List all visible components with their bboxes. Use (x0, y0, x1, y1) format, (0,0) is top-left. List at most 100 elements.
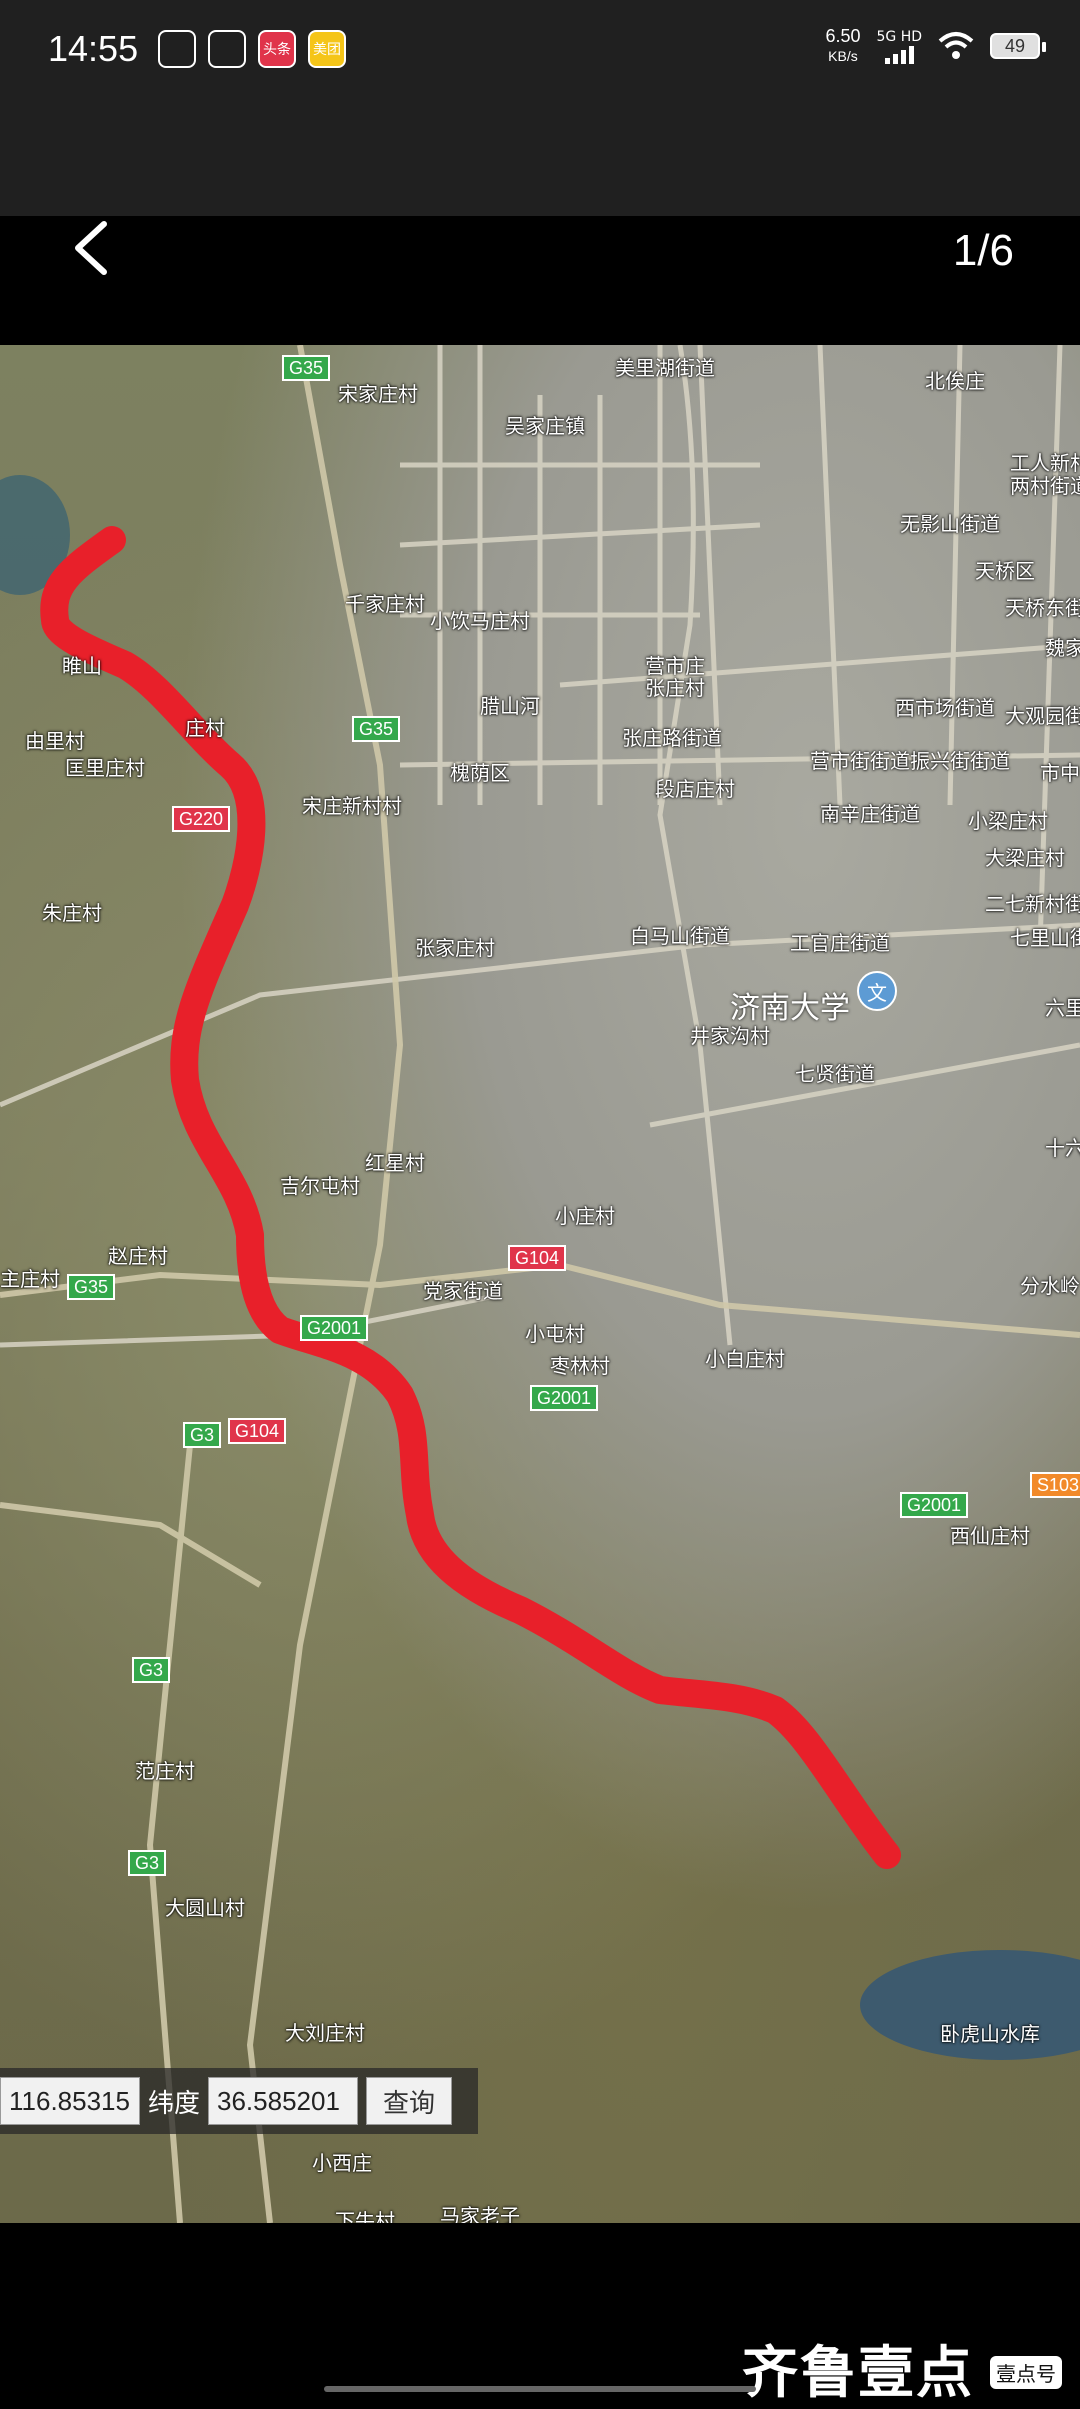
map-place-label[interactable]: 小庄村 (555, 1200, 615, 1229)
meituan-label: 美团 (313, 42, 341, 58)
longitude-input[interactable]: 116.85315 (0, 2077, 140, 2125)
highway-shield: S103 (1030, 1472, 1080, 1498)
latitude-input[interactable]: 36.585201 (208, 2077, 359, 2125)
toutiao-label: 头条 (263, 42, 291, 58)
map-place-label[interactable]: 范庄村 (135, 1755, 195, 1784)
map-place-label[interactable]: 大观园街 (1005, 700, 1080, 729)
meituan-icon: 美团 (308, 30, 346, 68)
map-place-label[interactable]: 赵庄村 (108, 1240, 168, 1269)
map-place-label[interactable]: 二七新村街 (985, 888, 1080, 917)
notification-icons: 头条 美团 (158, 30, 346, 70)
poi-school-glyph: 文 (867, 980, 887, 1005)
network-speed: 6.50 KB/s (825, 26, 860, 66)
player-icon (208, 30, 246, 68)
map-place-label[interactable]: 七贤街道 (795, 1058, 875, 1087)
image-counter: 1/6 (952, 226, 1014, 275)
map-place-label[interactable]: 小梁庄村 (968, 805, 1048, 834)
toutiao-icon: 头条 (258, 30, 296, 68)
highway-shield: G3 (132, 1657, 171, 1683)
network-type: 5G HD (876, 29, 922, 45)
map-place-label[interactable]: 魏家 (1045, 632, 1080, 661)
map-place-label[interactable]: 分水岭 (1020, 1270, 1080, 1299)
highway-shield: G104 (228, 1418, 287, 1444)
map-place-label[interactable]: 吴家庄镇 (505, 410, 585, 439)
app-bar: 1/6 (0, 100, 1080, 275)
highway-shield: G2001 (300, 1315, 369, 1341)
wechat-icon (158, 30, 196, 68)
map-place-label[interactable]: 宋家庄村 (338, 378, 418, 407)
map-place-label[interactable]: 张庄村 (645, 672, 705, 701)
map-place-label[interactable]: 由里村 (25, 725, 85, 754)
map-place-label[interactable]: 六里 (1045, 992, 1080, 1021)
map-place-label[interactable]: 市中 (1040, 757, 1080, 786)
highway-shield: G35 (67, 1274, 116, 1300)
map-place-label[interactable]: 马家老子 (440, 2200, 520, 2223)
map-place-label[interactable]: 天桥东街 (1005, 592, 1080, 621)
map-place-label[interactable]: 千家庄村 (345, 588, 425, 617)
map-place-label[interactable]: 庄村 (185, 712, 225, 741)
map-place-label[interactable]: 无影山街道 (900, 508, 1000, 537)
map-place-label[interactable]: 段店庄村 (655, 773, 735, 802)
map-place-label[interactable]: 吉尔屯村 (280, 1170, 360, 1199)
map-place-label[interactable]: 美里湖街道 (615, 352, 715, 381)
map-place-label[interactable]: 枣林村 (550, 1350, 610, 1379)
map-place-label[interactable]: 槐荫区 (450, 757, 510, 786)
map-place-label[interactable]: 宋庄新村村 (302, 790, 402, 819)
signal-icon: 5G HD (876, 28, 922, 64)
map-place-label[interactable]: 大刘庄村 (285, 2017, 365, 2046)
map-place-label[interactable]: 朱庄村 (42, 897, 102, 926)
map-place-label[interactable]: 营市街街道 (810, 745, 910, 774)
highway-shield: G35 (282, 355, 331, 381)
highway-shield: G3 (183, 1422, 222, 1448)
battery-icon: 49 (990, 33, 1046, 59)
map-place-label[interactable]: 工官庄街道 (790, 927, 890, 956)
map-place-label[interactable]: 党家街道 (423, 1275, 503, 1304)
map-place-label[interactable]: 两村街道 (1010, 470, 1080, 499)
query-button[interactable]: 查询 (366, 2077, 453, 2125)
net-speed-value: 6.50 (825, 26, 861, 46)
map-place-label[interactable]: 大圆山村 (165, 1892, 245, 1921)
map-place-label[interactable]: 南辛庄街道 (820, 798, 920, 827)
map-place-label[interactable]: 小饮马庄村 (430, 605, 530, 634)
map-place-label[interactable]: 下牛村 (335, 2205, 395, 2223)
net-speed-unit: KB/s (828, 48, 858, 64)
map-place-label[interactable]: 天桥区 (975, 555, 1035, 584)
system-status: 6.50 KB/s 5G HD 49 (825, 26, 1046, 66)
map-place-label[interactable]: 小白庄村 (705, 1343, 785, 1372)
brand-badge: 壹点号 (990, 2356, 1062, 2389)
map-place-label[interactable]: 北俟庄 (925, 365, 985, 394)
map-place-label[interactable]: 小屯村 (525, 1318, 585, 1347)
map-place-label[interactable]: 振兴街街道 (910, 745, 1010, 774)
map-place-label[interactable]: 主庄村 (0, 1263, 60, 1292)
map-place-label[interactable]: 白马山街道 (630, 920, 730, 949)
satellite-map-image[interactable]: 济南大学 文 美里湖街道北俟庄宋家庄村吴家庄镇工人新村两村街道无影山街道天桥区千… (0, 345, 1080, 2223)
map-place-label[interactable]: 井家沟村 (690, 1020, 770, 1049)
coordinate-query-bar: 116.85315 纬度 36.585201 查询 (0, 2068, 478, 2134)
map-place-label[interactable]: 张庄路街道 (622, 722, 722, 751)
map-place-label[interactable]: 十六 (1045, 1132, 1080, 1161)
map-place-label[interactable]: 卧虎山水库 (940, 2018, 1040, 2047)
highway-shield: G35 (352, 716, 401, 742)
wifi-icon (938, 32, 974, 59)
map-place-label[interactable]: 西市场街道 (895, 692, 995, 721)
map-place-label[interactable]: 腊山河 (480, 690, 540, 719)
poi-school-icon: 文 (857, 971, 897, 1011)
latitude-label: 纬度 (148, 2088, 201, 2119)
map-place-label[interactable]: 睢山 (62, 650, 102, 679)
map-place-label[interactable]: 匡里庄村 (65, 752, 145, 781)
highway-shield: G2001 (900, 1492, 969, 1518)
status-bar: 14:55 头条 美团 6.50 KB/s 5G HD 49 (0, 0, 1080, 100)
map-place-label[interactable]: 七里山街道 (1010, 922, 1080, 951)
road-network (0, 345, 1080, 2223)
back-arrow-icon[interactable] (64, 218, 124, 278)
map-place-label[interactable]: 小西庄 (312, 2147, 372, 2176)
map-place-label[interactable]: 张家庄村 (415, 932, 495, 961)
map-place-label[interactable]: 红星村 (365, 1147, 425, 1176)
highway-shield: G220 (172, 806, 231, 832)
gesture-handle[interactable] (324, 2386, 756, 2392)
map-place-label[interactable]: 大梁庄村 (985, 842, 1065, 871)
highway-shield: G104 (508, 1245, 567, 1271)
route-line (40, 526, 901, 1869)
status-time: 14:55 (48, 28, 139, 69)
map-place-label[interactable]: 西仙庄村 (950, 1520, 1030, 1549)
